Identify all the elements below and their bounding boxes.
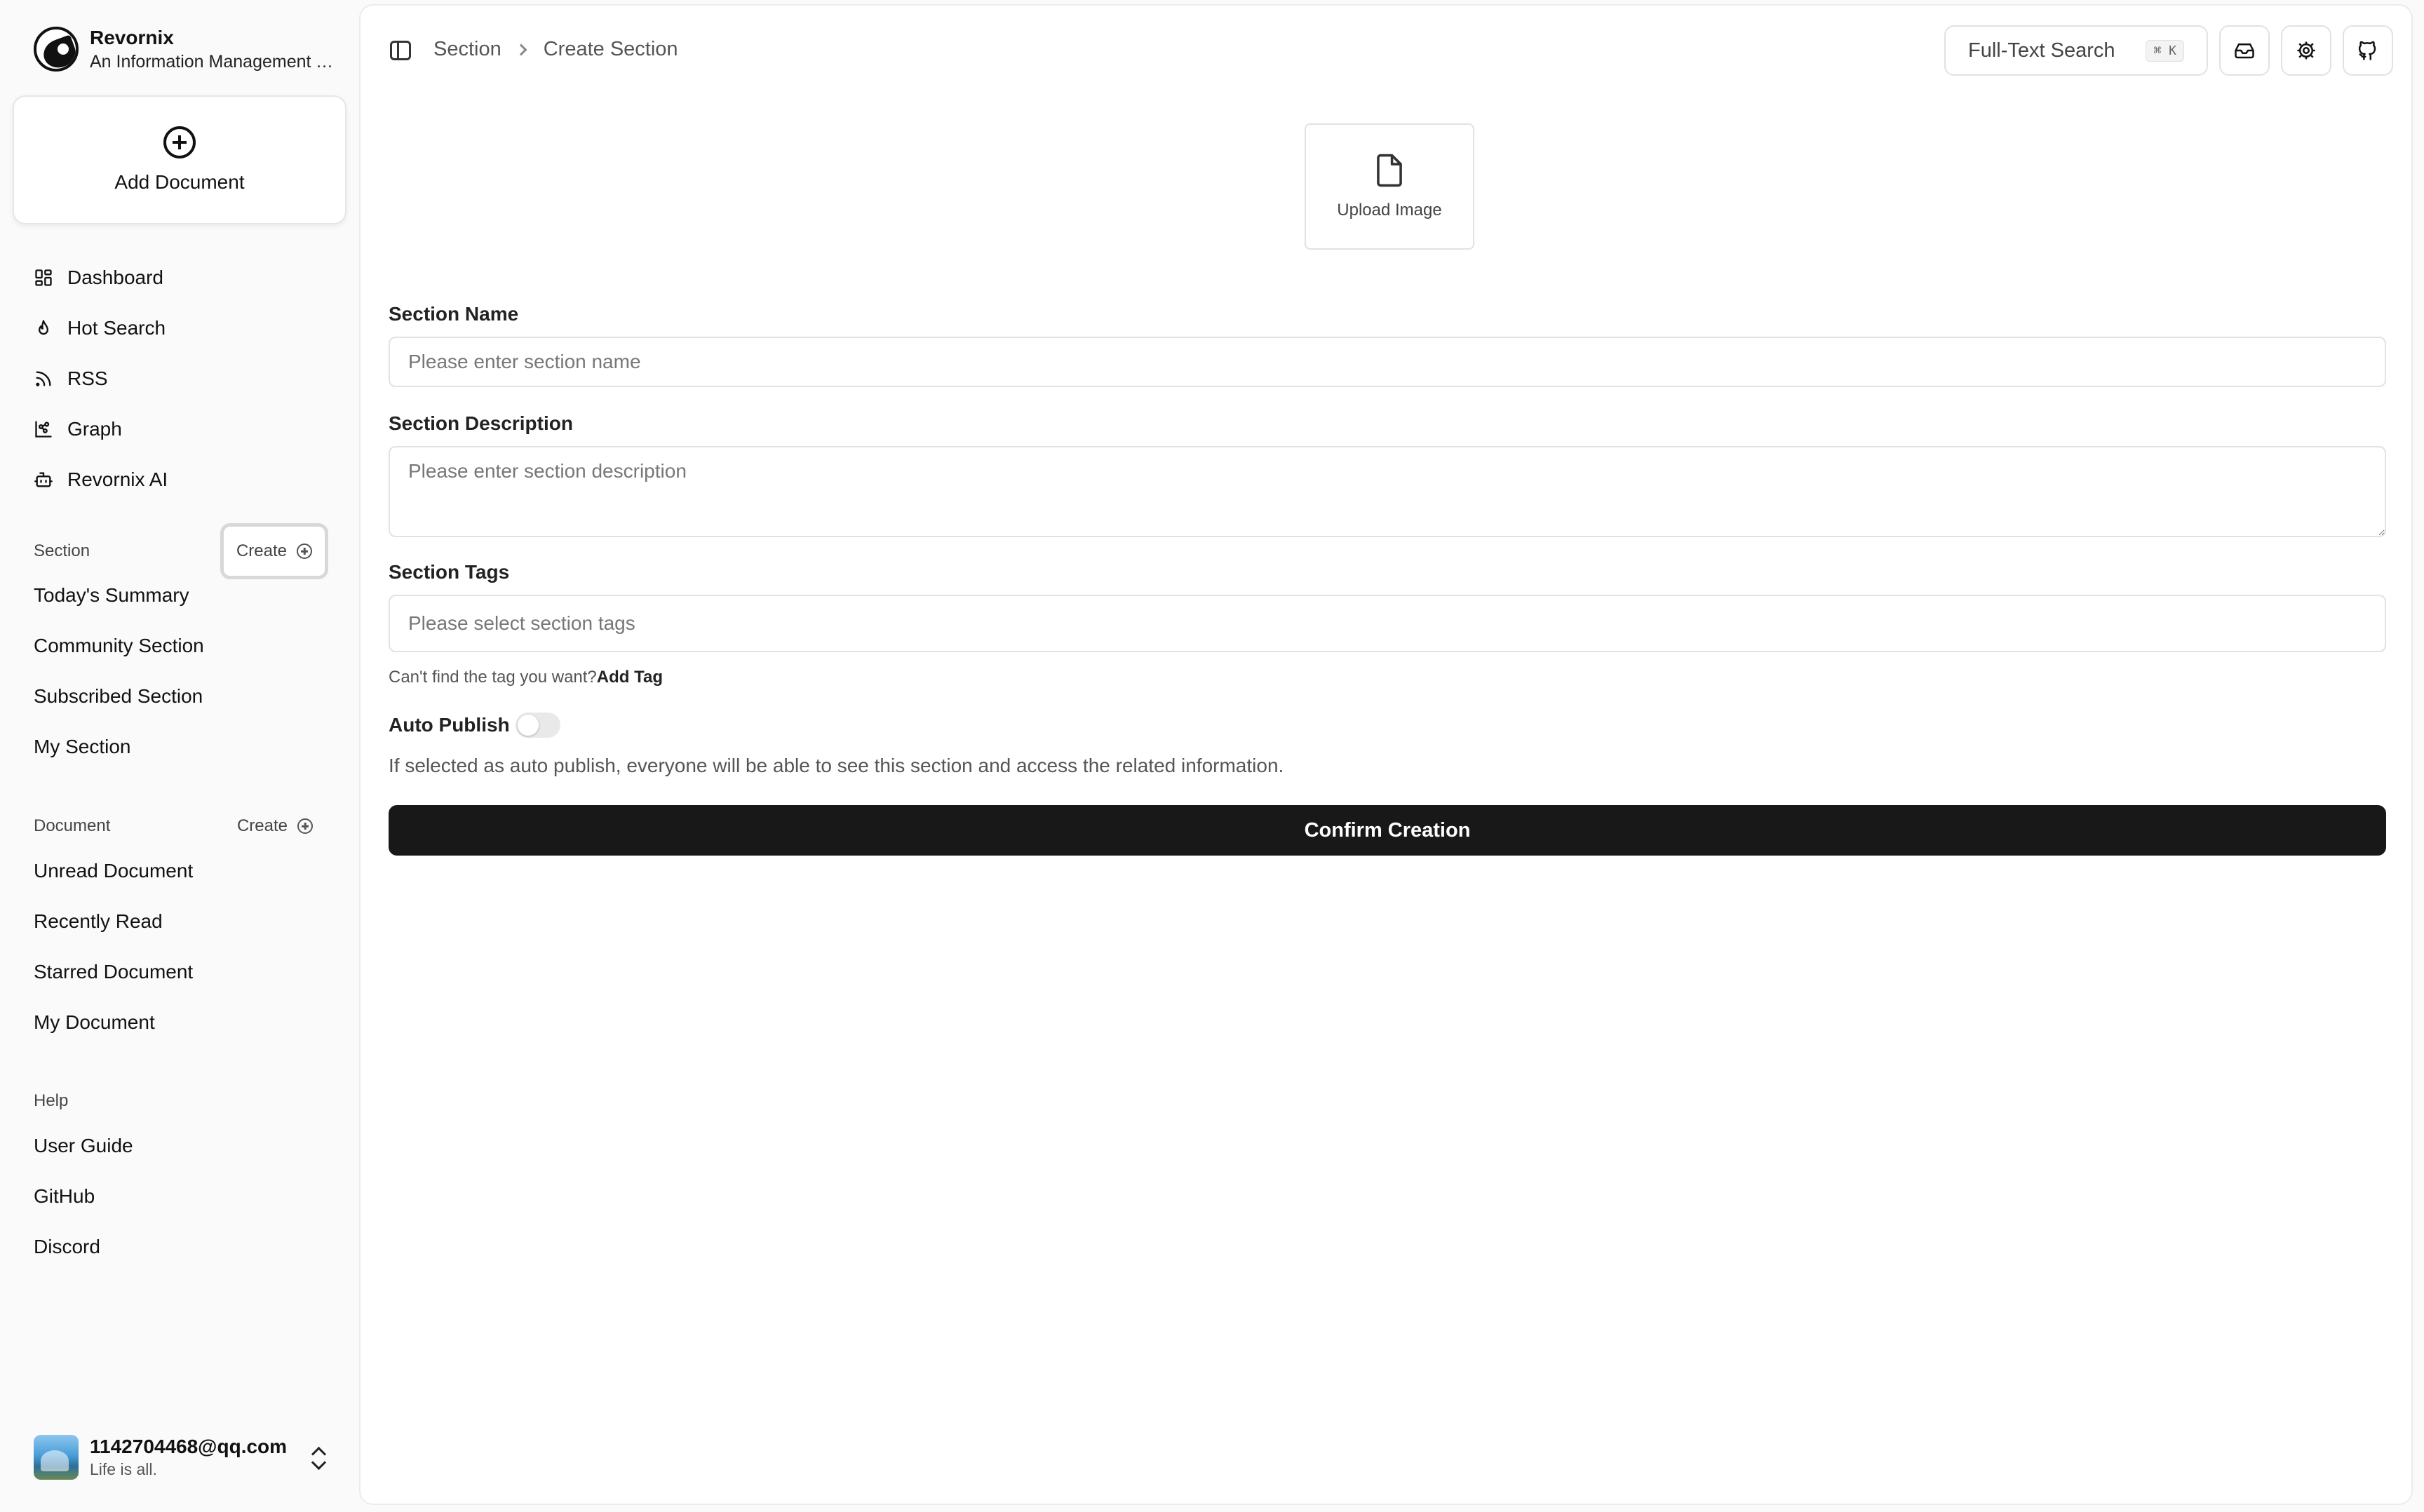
create-document-button[interactable]: Create — [222, 801, 328, 851]
chevrons-up-down-icon[interactable] — [309, 1443, 328, 1471]
section-description-input[interactable] — [389, 446, 2386, 537]
breadcrumb-section[interactable]: Section — [433, 38, 501, 61]
breadcrumb: Section Create Section — [433, 38, 678, 61]
inbox-icon — [2235, 43, 2254, 59]
gear-icon — [2297, 41, 2315, 60]
plus-circle-icon — [297, 544, 312, 559]
help-list: User Guide GitHub Discord — [34, 1121, 328, 1272]
tags-hint-text: Can't find the tag you want? — [389, 668, 597, 687]
section-tags-label: Section Tags — [389, 561, 510, 583]
confirm-creation-button[interactable]: Confirm Creation — [389, 805, 2386, 856]
nav-item-label: Revornix AI — [67, 468, 168, 490]
sidebar-item-recently-read[interactable]: Recently Read — [34, 896, 328, 947]
section-description-field-group: Section Description — [389, 412, 2386, 435]
section-name-input[interactable] — [389, 337, 2386, 387]
auto-publish-toggle[interactable] — [515, 713, 560, 738]
sidebar-item-unread-document[interactable]: Unread Document — [34, 846, 328, 896]
plus-circle-icon — [297, 818, 313, 834]
help-group-title: Help — [34, 1091, 69, 1110]
user-menu[interactable]: 1142704468@qq.com Life is all. — [34, 1433, 328, 1481]
auto-publish-row: Auto Publish — [389, 713, 2386, 738]
sidebar-item-community-section[interactable]: Community Section — [34, 621, 328, 671]
section-tags-wrapper — [389, 595, 2386, 652]
section-name-field-group: Section Name — [389, 303, 2386, 325]
top-bar: Section Create Section Full-Text Search … — [361, 6, 2411, 97]
document-group-title: Document — [34, 816, 111, 835]
breadcrumb-current: Create Section — [543, 38, 678, 60]
nav-item-hot-search[interactable]: Hot Search — [34, 303, 342, 353]
main-panel: Section Create Section Full-Text Search … — [359, 4, 2413, 1505]
section-list: Today's Summary Community Section Subscr… — [34, 570, 328, 772]
sidebar-item-my-section[interactable]: My Section — [34, 722, 328, 772]
nav-item-rss[interactable]: RSS — [34, 353, 342, 404]
document-group-header: Document Create — [34, 801, 328, 851]
plus-circle-icon — [163, 126, 196, 158]
sidebar-item-discord[interactable]: Discord — [34, 1222, 328, 1272]
document-list: Unread Document Recently Read Starred Do… — [34, 846, 328, 1048]
user-email: 1142704468@qq.com — [90, 1436, 288, 1457]
file-icon — [1377, 154, 1402, 187]
add-document-label: Add Document — [114, 171, 245, 193]
sidebar-item-todays-summary[interactable]: Today's Summary — [34, 570, 328, 621]
upload-image-button[interactable]: Upload Image — [1305, 123, 1474, 250]
user-text: 1142704468@qq.com Life is all. — [90, 1435, 293, 1480]
add-document-button[interactable]: Add Document — [13, 95, 346, 224]
main-nav: Dashboard Hot Search RSS Graph Revornix … — [34, 252, 342, 505]
bot-icon — [34, 470, 53, 490]
flame-icon — [34, 318, 53, 338]
brand-name: Revornix — [90, 27, 174, 48]
nav-item-graph[interactable]: Graph — [34, 404, 342, 454]
inbox-button[interactable] — [2219, 25, 2270, 76]
help-group-header: Help — [34, 1076, 328, 1126]
nav-item-label: Dashboard — [67, 266, 163, 288]
sidebar-item-my-document[interactable]: My Document — [34, 997, 328, 1048]
brand-text: Revornix An Information Management Tool — [90, 25, 335, 73]
github-icon — [2358, 41, 2376, 60]
section-name-wrapper — [389, 337, 2386, 387]
confirm-wrapper: Confirm Creation — [389, 805, 2386, 856]
nav-item-label: RSS — [67, 367, 108, 389]
github-button[interactable] — [2343, 25, 2393, 76]
sidebar-item-starred-document[interactable]: Starred Document — [34, 947, 328, 997]
sidebar-toggle-icon[interactable] — [390, 41, 411, 60]
auto-publish-label: Auto Publish — [389, 714, 510, 736]
chevron-right-icon — [515, 43, 527, 55]
sidebar-item-github[interactable]: GitHub — [34, 1171, 328, 1222]
upload-image-label: Upload Image — [1337, 201, 1442, 220]
nav-item-label: Hot Search — [67, 317, 166, 339]
brand[interactable]: Revornix An Information Management Tool — [34, 25, 335, 73]
section-description-wrapper — [389, 446, 2386, 541]
section-name-label: Section Name — [389, 303, 519, 325]
full-text-search-button[interactable]: Full-Text Search ⌘ K — [1944, 25, 2208, 76]
add-tag-link[interactable]: Add Tag — [597, 668, 663, 687]
sidebar: Revornix An Information Management Tool … — [0, 0, 358, 1512]
search-shortcut: ⌘ K — [2146, 39, 2184, 62]
create-label: Create — [236, 816, 288, 835]
nav-item-revornix-ai[interactable]: Revornix AI — [34, 454, 342, 505]
search-label: Full-Text Search — [1968, 39, 2115, 62]
nav-item-label: Graph — [67, 418, 122, 440]
tags-hint: Can't find the tag you want?Add Tag — [389, 668, 2386, 687]
section-group-title: Section — [34, 541, 90, 560]
settings-button[interactable] — [2281, 25, 2331, 76]
section-description-label: Section Description — [389, 412, 573, 434]
nav-item-dashboard[interactable]: Dashboard — [34, 252, 342, 303]
rss-icon — [34, 369, 53, 389]
section-group-header: Section Create — [34, 523, 328, 579]
sidebar-item-user-guide[interactable]: User Guide — [34, 1121, 328, 1171]
revornix-logo-icon — [34, 27, 79, 72]
brand-subtitle: An Information Management Tool — [90, 52, 335, 72]
section-tags-select[interactable] — [389, 595, 2386, 652]
sidebar-item-subscribed-section[interactable]: Subscribed Section — [34, 671, 328, 722]
section-tags-field-group: Section Tags — [389, 561, 2386, 583]
graph-icon — [34, 419, 53, 439]
auto-publish-description: If selected as auto publish, everyone wi… — [389, 755, 1284, 776]
grid-icon — [34, 268, 53, 288]
user-motto: Life is all. — [90, 1460, 157, 1478]
avatar — [34, 1435, 79, 1480]
create-label: Create — [236, 541, 287, 560]
